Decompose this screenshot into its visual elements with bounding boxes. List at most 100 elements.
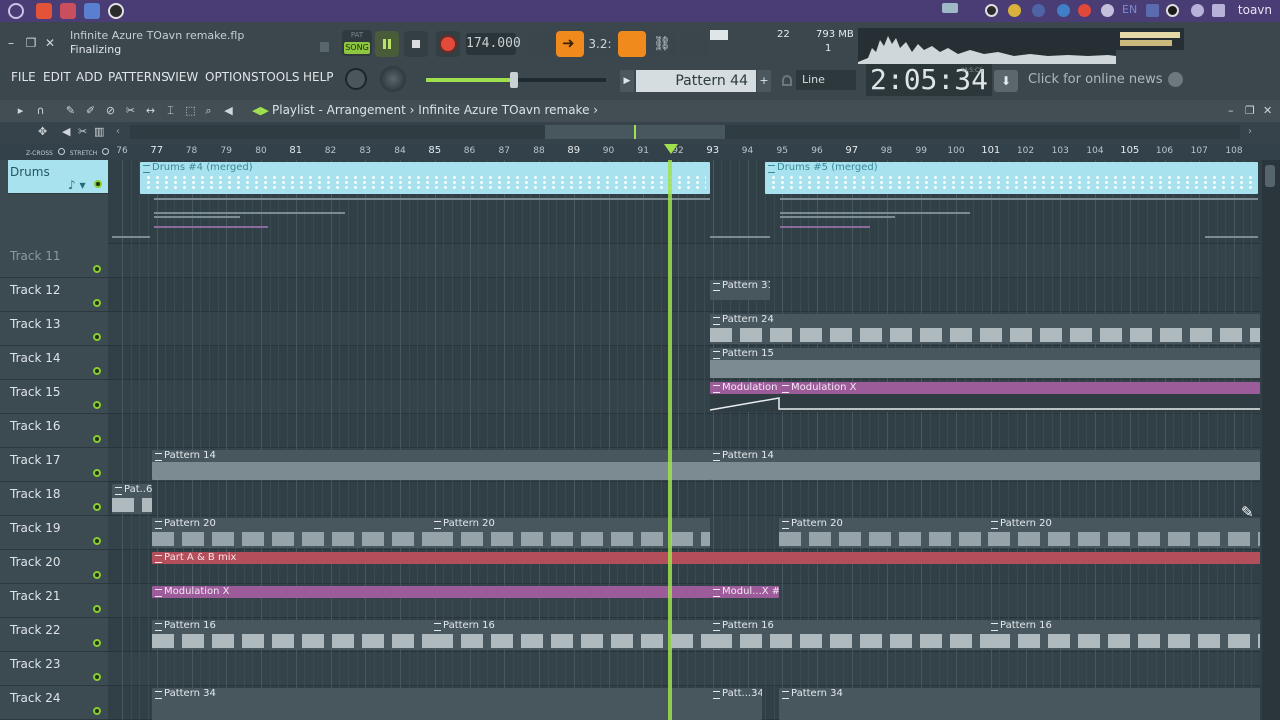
playhead-marker[interactable] bbox=[664, 144, 678, 154]
slice-icon[interactable]: ⌶ bbox=[164, 105, 177, 117]
playlist-clip[interactable]: Modulation X bbox=[152, 586, 710, 598]
pattern-selector[interactable]: Pattern 44 bbox=[636, 70, 756, 92]
playlist-options-arrow-icon[interactable]: ▸ bbox=[14, 105, 27, 117]
playlist-nav-arrow-icon[interactable]: ◀▶ bbox=[252, 105, 269, 117]
pencil-icon[interactable]: ✎ bbox=[64, 105, 77, 117]
menu-help[interactable]: HELP bbox=[303, 70, 334, 84]
oscilloscope[interactable] bbox=[858, 28, 1116, 64]
trim-icon[interactable]: ✂ bbox=[78, 125, 87, 138]
volume-icon[interactable] bbox=[1078, 4, 1091, 17]
track-header[interactable]: Track 21 bbox=[0, 584, 108, 618]
track-lane[interactable] bbox=[108, 652, 1260, 686]
select-icon[interactable]: ⬚ bbox=[184, 105, 197, 117]
playlist-maximize-button[interactable]: ❐ bbox=[1245, 104, 1255, 117]
track-mute-led[interactable] bbox=[93, 605, 101, 613]
brave-icon[interactable] bbox=[36, 3, 52, 19]
steam-icon[interactable] bbox=[1032, 4, 1045, 17]
delete-icon[interactable]: ⊘ bbox=[104, 105, 117, 117]
track-name[interactable]: Track 16 bbox=[10, 419, 60, 433]
track-mute-led[interactable] bbox=[93, 299, 101, 307]
zoom-icon[interactable]: ⌕ bbox=[202, 105, 215, 117]
track-mute-led[interactable] bbox=[93, 537, 101, 545]
restore-button[interactable]: ❐ bbox=[24, 36, 38, 50]
track-header-drums[interactable]: Drums ♪ ▾ bbox=[8, 160, 108, 194]
playlist-clip[interactable]: Pattern 34 bbox=[779, 688, 1260, 720]
playlist-clip[interactable]: Drums #5 (merged) bbox=[765, 162, 1258, 194]
tempo-display[interactable]: 174.000 bbox=[466, 33, 521, 55]
crossfade-icon[interactable]: ✥ bbox=[38, 125, 47, 138]
overview-scroll-left[interactable]: ‹ bbox=[116, 126, 120, 137]
window-icon[interactable] bbox=[84, 3, 100, 19]
vertical-scrollbar[interactable] bbox=[1262, 160, 1280, 720]
track-header[interactable]: Track 24 bbox=[0, 686, 108, 720]
playlist-clip[interactable]: Pattern 20 bbox=[988, 518, 1260, 548]
metronome-icon[interactable] bbox=[526, 31, 554, 57]
mute-icon[interactable]: ✂ bbox=[124, 105, 137, 117]
playlist-clip[interactable]: Pattern 20 bbox=[779, 518, 988, 548]
z-cross-toggle[interactable] bbox=[57, 148, 65, 155]
add-pattern-button[interactable]: + bbox=[757, 70, 771, 92]
slip-icon[interactable]: ↔ bbox=[144, 105, 157, 117]
prev-icon[interactable]: ◀ bbox=[62, 125, 70, 138]
track-header[interactable]: Track 14 bbox=[0, 346, 108, 380]
brush-icon[interactable]: ✐ bbox=[84, 105, 97, 117]
snap-selector[interactable]: Line bbox=[796, 70, 856, 90]
globe-icon[interactable] bbox=[1168, 72, 1183, 87]
playlist-clip[interactable]: Pattern 20 bbox=[152, 518, 431, 548]
close-button[interactable]: ✕ bbox=[43, 36, 57, 50]
playlist-clip[interactable]: Pattern 16 bbox=[710, 620, 988, 650]
playlist-clip[interactable]: Pattern 24 bbox=[710, 314, 1260, 344]
track-mute-led[interactable] bbox=[93, 571, 101, 579]
track-name[interactable]: Track 14 bbox=[10, 351, 60, 365]
track-mute-led[interactable] bbox=[93, 401, 101, 409]
song-mode-label[interactable]: SONG bbox=[344, 42, 370, 54]
playback-icon[interactable]: ◀ bbox=[222, 105, 235, 117]
stretch-toggle[interactable] bbox=[102, 148, 110, 155]
camera-icon[interactable] bbox=[942, 3, 958, 13]
track-name[interactable]: Track 22 bbox=[10, 623, 60, 637]
track-name[interactable]: Track 12 bbox=[10, 283, 60, 297]
track-name[interactable]: Track 11 bbox=[10, 249, 60, 263]
system-user[interactable]: toavn bbox=[1238, 3, 1272, 17]
playlist-clip[interactable]: Modulation X bbox=[710, 382, 779, 394]
track-name[interactable]: Track 24 bbox=[10, 691, 60, 705]
track-mute-led[interactable] bbox=[93, 503, 101, 511]
minimize-button[interactable]: – bbox=[4, 36, 18, 50]
playlist-clip[interactable]: Modul...X #2 bbox=[710, 586, 779, 598]
track-header[interactable]: Track 12 bbox=[0, 278, 108, 312]
lock-icon[interactable] bbox=[320, 42, 329, 52]
menu-options[interactable]: OPTIONS bbox=[205, 70, 259, 84]
countdown-button[interactable]: 3.2: bbox=[586, 31, 614, 57]
record-button[interactable] bbox=[436, 31, 460, 57]
torch-icon[interactable] bbox=[985, 4, 998, 17]
track-mute-led[interactable] bbox=[93, 639, 101, 647]
stretch-label[interactable]: STRETCH bbox=[70, 150, 97, 157]
track-header[interactable]: Track 15 bbox=[0, 380, 108, 414]
playlist-clip[interactable]: Pattern 14 bbox=[710, 450, 1260, 480]
grid-icon[interactable]: ▥ bbox=[94, 125, 104, 138]
track-header[interactable]: Track 16 bbox=[0, 414, 108, 448]
gear-icon[interactable] bbox=[1191, 4, 1204, 17]
track-name[interactable]: Track 18 bbox=[10, 487, 60, 501]
playlist-clip[interactable]: Pattern 16 bbox=[988, 620, 1260, 650]
keyboard-icon[interactable] bbox=[1101, 4, 1114, 17]
brave-tray-icon[interactable] bbox=[1057, 4, 1070, 17]
track-header[interactable]: Track 18 bbox=[0, 482, 108, 516]
download-icon[interactable]: ⬇ bbox=[994, 70, 1018, 92]
obs-icon[interactable] bbox=[108, 3, 124, 19]
playlist-clip[interactable]: Pat..6 bbox=[112, 484, 152, 514]
link-icon[interactable]: ⛓ bbox=[648, 31, 676, 57]
track-mute-led[interactable] bbox=[93, 469, 101, 477]
master-pitch-knob[interactable] bbox=[380, 66, 406, 92]
timeline-ruler[interactable]: Z-CROSS STRETCH 76 77 78 79 80 81 82 83 84 85 86 87… bbox=[0, 144, 1280, 160]
track-lane[interactable] bbox=[108, 482, 1260, 516]
playlist-clip[interactable]: Patt...34 bbox=[710, 688, 762, 720]
track-name[interactable]: Track 17 bbox=[10, 453, 60, 467]
track-mute-led[interactable] bbox=[93, 435, 101, 443]
menu-view[interactable]: VIEW bbox=[167, 70, 198, 84]
vertical-scrollbar-thumb[interactable] bbox=[1265, 165, 1275, 187]
menu-edit[interactable]: EDIT bbox=[43, 70, 71, 84]
playlist-clip[interactable]: Drums #4 (merged) bbox=[140, 162, 710, 194]
display-icon[interactable] bbox=[1212, 4, 1225, 17]
track-name[interactable]: Track 23 bbox=[10, 657, 60, 671]
